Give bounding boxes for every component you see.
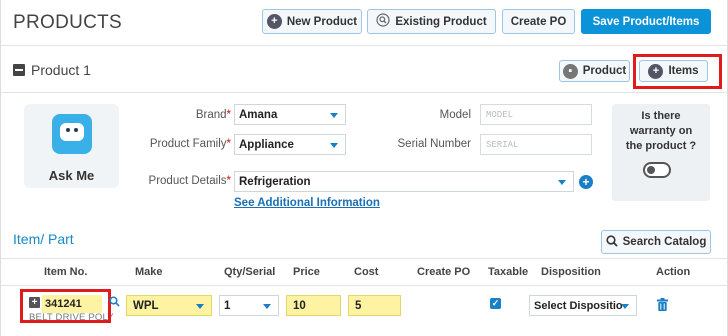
chevron-down-icon: [558, 180, 566, 185]
product-details-label: Product Details*: [148, 175, 231, 187]
model-input[interactable]: MODEL: [480, 104, 592, 125]
divider: [1, 92, 727, 93]
serial-number-input[interactable]: SERIAL: [480, 134, 592, 155]
item-part-title: Item/ Part: [13, 231, 74, 247]
make-select[interactable]: WPL: [126, 295, 212, 316]
tab-product[interactable]: ▪ Product: [559, 60, 630, 82]
chevron-down-icon: [330, 143, 338, 148]
product-family-select[interactable]: Appliance: [234, 134, 346, 155]
create-po-button[interactable]: Create PO: [502, 9, 575, 34]
price-input[interactable]: 10: [286, 295, 341, 316]
ask-me-label: Ask Me: [48, 168, 95, 183]
new-product-label: New Product: [286, 15, 358, 28]
col-item-no: Item No.: [44, 266, 88, 278]
disposition-select[interactable]: Select Dispositio: [529, 295, 637, 316]
chevron-down-icon: [263, 304, 271, 309]
item-search-icon[interactable]: [109, 296, 120, 310]
product-section-header[interactable]: Product 1: [13, 62, 91, 78]
qty-serial-select[interactable]: 1: [219, 295, 279, 316]
col-create-po: Create PO: [417, 266, 471, 278]
col-cost: Cost: [354, 266, 379, 278]
divider: [1, 258, 727, 259]
search-catalog-button[interactable]: Search Catalog: [601, 230, 711, 254]
chevron-down-icon: [196, 304, 204, 309]
existing-product-button[interactable]: Existing Product: [367, 9, 496, 34]
product-details-value: Refrigeration: [239, 175, 311, 188]
products-panel: PRODUCTS + New Product Existing Product …: [0, 0, 728, 336]
model-label: Model: [439, 109, 471, 121]
warranty-toggle[interactable]: [643, 162, 671, 178]
serial-number-label: Serial Number: [397, 138, 472, 150]
qty-value: 1: [224, 299, 231, 312]
new-product-button[interactable]: + New Product: [262, 9, 362, 34]
col-disposition: Disposition: [541, 266, 601, 278]
collapse-icon: [13, 64, 25, 76]
robot-icon: [51, 114, 92, 154]
col-taxable: Taxable: [488, 266, 529, 278]
create-po-label: Create PO: [510, 15, 567, 28]
col-qty-serial: Qty/Serial: [224, 266, 276, 278]
warranty-question-line1: Is there: [641, 110, 681, 122]
brand-label: Brand*: [195, 109, 231, 121]
save-product-items-button[interactable]: Save Product/Items: [581, 9, 711, 34]
add-product-details-icon[interactable]: +: [579, 175, 593, 189]
highlight-items-tab: [633, 54, 722, 89]
product-details-select[interactable]: Refrigeration: [234, 171, 574, 192]
warranty-question-line2: warranty on: [629, 125, 693, 137]
search-catalog-label: Search Catalog: [622, 236, 707, 248]
ask-me-assistant[interactable]: Ask Me: [24, 104, 119, 188]
col-action: Action: [656, 266, 691, 278]
trash-icon[interactable]: [657, 298, 668, 314]
col-price: Price: [293, 266, 320, 278]
save-label: Save Product/Items: [592, 15, 700, 28]
page-title: PRODUCTS: [13, 12, 123, 33]
disposition-value: Select Dispositio: [534, 299, 623, 312]
divider: [1, 45, 727, 46]
make-value: WPL: [133, 299, 159, 312]
search-icon: [376, 13, 390, 30]
highlight-item-no: [20, 289, 111, 323]
tab-product-label: Product: [582, 65, 627, 77]
chevron-down-icon: [621, 304, 629, 309]
box-icon: ▪: [562, 63, 578, 79]
product-family-label: Product Family*: [149, 138, 231, 150]
see-additional-information-link[interactable]: See Additional Information: [234, 197, 380, 209]
divider: [1, 285, 727, 286]
brand-select[interactable]: Amana: [234, 104, 346, 125]
cost-input[interactable]: 5: [348, 295, 401, 316]
product-section-title: Product 1: [31, 62, 91, 78]
col-make: Make: [135, 266, 163, 278]
brand-value: Amana: [239, 108, 278, 121]
chevron-down-icon: [330, 113, 338, 118]
product-family-value: Appliance: [239, 138, 294, 151]
taxable-checkbox[interactable]: ✓: [490, 298, 501, 309]
warranty-question-line3: the product ?: [625, 140, 697, 152]
plus-circle-icon: +: [266, 14, 282, 29]
warranty-box: Is there warranty on the product ?: [612, 104, 710, 201]
existing-product-label: Existing Product: [395, 15, 487, 28]
search-icon: [606, 234, 618, 250]
